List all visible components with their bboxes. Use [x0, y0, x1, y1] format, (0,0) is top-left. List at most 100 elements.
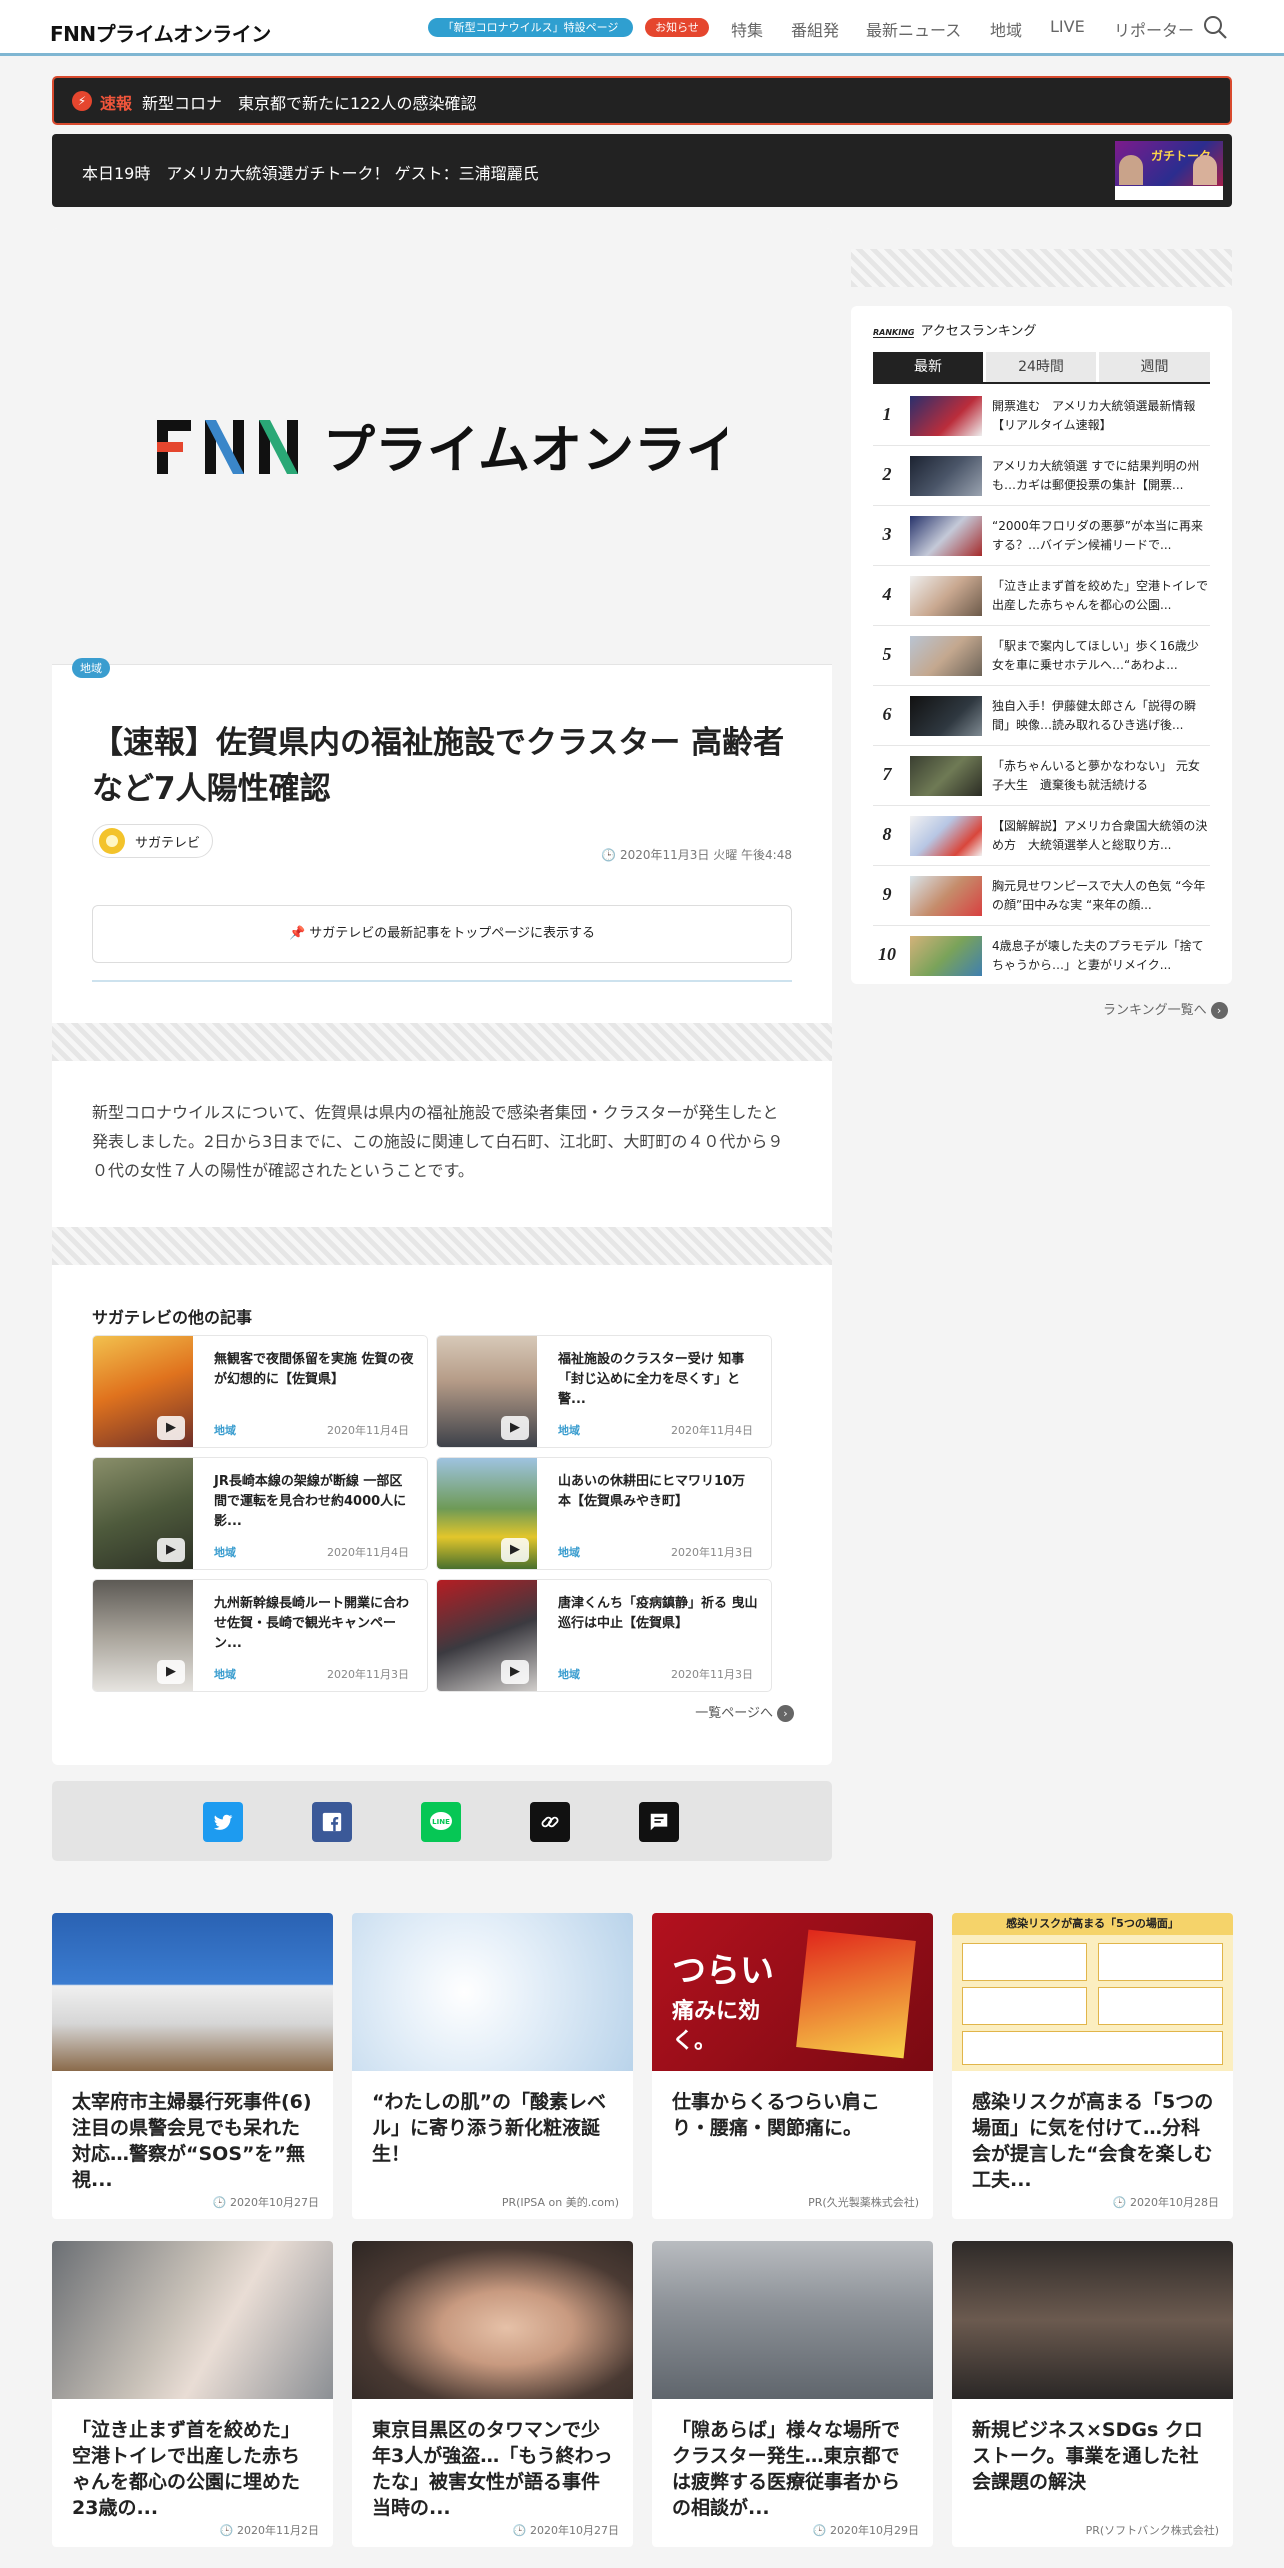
facebook-icon[interactable]: [312, 1802, 352, 1842]
nav-reporter[interactable]: リポーター: [1114, 17, 1194, 41]
ranking-item[interactable]: 6 独自入手！伊藤健太郎さん「説得の瞬間」映像…読み取れるひき逃げ後...: [873, 686, 1210, 746]
card-meta: 🕒 2020年10月27日: [512, 2524, 619, 2537]
ranking-title: 「駅まで案内してほしい」歩く16歳少女を車に乗せホテルへ…“あわよ...: [992, 639, 1199, 672]
article-date: 2020年11月4日: [671, 1424, 753, 1437]
ranking-title: アクセスランキング: [920, 324, 1037, 339]
other-article-card[interactable]: ▶ 九州新幹線長崎ルート開業に合わせ佐賀・長崎で観光キャンペーン... 地域 2…: [92, 1579, 428, 1692]
tab-24h[interactable]: 24時間: [986, 352, 1096, 382]
recommended-card[interactable]: 太宰府市主婦暴行死事件(6)注目の県警会見でも呆れた対応…警察が“SOS”を”無…: [52, 1913, 333, 2219]
ranking-thumbnail: [910, 696, 982, 736]
rank-number: 8: [882, 824, 892, 844]
ranking-item[interactable]: 7 「赤ちゃんいると夢かなわない」 元女子大生 遺棄後も就活続ける: [873, 746, 1210, 806]
ranking-item[interactable]: 2 アメリカ大統領選 すでに結果判明の州も…カギは郵便投票の集計【開票...: [873, 446, 1210, 506]
other-articles-more-link[interactable]: 一覧ページへ ›: [695, 1702, 794, 1722]
site-logo[interactable]: FNNプライムオンライン: [50, 18, 271, 47]
source-name: サガテレビ: [135, 835, 201, 851]
nav-latest-news[interactable]: 最新ニュース: [866, 17, 961, 41]
other-article-card[interactable]: ▶ 山あいの休耕田にヒマワリ10万本【佐賀県みやき町】 地域 2020年11月3…: [436, 1457, 772, 1570]
other-article-card[interactable]: ▶ 福祉施設のクラスター受け 知事「封じ込めに全力を尽くす」と警... 地域 2…: [436, 1335, 772, 1448]
rank-number: 9: [882, 884, 892, 904]
recommended-card[interactable]: つらい 痛みに効く。 仕事からくるつらい肩こり・腰痛・関節痛に。 PR(久光製薬…: [652, 1913, 933, 2219]
breaking-news-bar[interactable]: ⚡ 速報 新型コロナ 東京都で新たに122人の感染確認: [52, 76, 1232, 125]
follow-source-button[interactable]: 📌 サガテレビの最新記事をトップページに表示する: [92, 905, 792, 963]
article-body: 新型コロナウイルスについて、佐賀県は県内の福祉施設で感染者集団・クラスターが発生…: [92, 1103, 784, 1180]
nav-live[interactable]: LIVE: [1050, 17, 1085, 36]
other-article-card[interactable]: ▶ 無観客で夜間係留を実施 佐賀の夜が幻想的に【佐賀県】 地域 2020年11月…: [92, 1335, 428, 1448]
tab-latest[interactable]: 最新: [873, 352, 983, 382]
card-title: 感染リスクが高まる「5つの場面」に気を付けて…分科会が提言した“会食を楽しむ工夫…: [972, 2091, 1214, 2191]
ad-thumb-text: つらい: [672, 1951, 774, 1991]
breaking-text[interactable]: 新型コロナ 東京都で新たに122人の感染確認: [142, 90, 477, 114]
tab-underline: [873, 382, 1210, 384]
live-banner[interactable]: 本日19時 アメリカ大統領選ガチトーク！ ゲスト：三浦瑠麗氏 ガチトーク: [52, 134, 1232, 207]
ranking-item[interactable]: 3 “2000年フロリダの悪夢”が本当に再来する？…バイデン候補リードで...: [873, 506, 1210, 566]
card-title: 太宰府市主婦暴行死事件(6)注目の県警会見でも呆れた対応…警察が“SOS”を”無…: [72, 2091, 312, 2191]
product-box: [796, 1929, 916, 2059]
breaking-label: 速報: [100, 94, 133, 113]
live-banner-text[interactable]: 本日19時 アメリカ大統領選ガチトーク！ ゲスト：三浦瑠麗氏: [82, 160, 539, 184]
nav-feature[interactable]: 特集: [731, 17, 763, 41]
recommended-card[interactable]: 「隙あらば」様々な場所でクラスター発生…東京都では疲弊する医療従事者からの相談が…: [652, 2241, 933, 2547]
rank-number: 5: [882, 644, 892, 664]
other-article-title: 福祉施設のクラスター受け 知事「封じ込めに全力を尽くす」と警...: [558, 1352, 745, 1407]
nav-region[interactable]: 地域: [990, 17, 1022, 41]
region-label: 地域: [558, 1424, 580, 1437]
article-date: 2020年11月3日: [671, 1546, 753, 1559]
ranking-item[interactable]: 4 「泣き止まず首を絞めた」空港トイレで出産した赤ちゃんを都心の公園...: [873, 566, 1210, 626]
share-bar: LINE: [52, 1781, 832, 1861]
recommended-card[interactable]: 感染リスクが高まる「5つの場面」 感染リスクが高まる「5つの場面」に気を付けて……: [952, 1913, 1233, 2219]
card-thumbnail: [352, 2241, 633, 2399]
card-thumbnail: [952, 2241, 1233, 2399]
ranking-thumbnail: [910, 456, 982, 496]
recommended-card[interactable]: 「泣き止まず首を絞めた」空港トイレで出産した赤ちゃんを都心の公園に埋めた23歳の…: [52, 2241, 333, 2547]
recommended-card[interactable]: 新規ビジネス×SDGs クロストーク。事業を通した社会課題の解決 PR(ソフトバ…: [952, 2241, 1233, 2547]
publish-date: 🕒 2020年11月3日 火曜 午後4:48: [601, 846, 792, 863]
line-icon[interactable]: LINE: [421, 1802, 461, 1842]
other-article-card[interactable]: ▶ JR長崎本線の架線が断線 一部区間で運転を見合わせ約4000人に影... 地…: [92, 1457, 428, 1570]
notice-link[interactable]: お知らせ: [645, 18, 709, 37]
ranking-item[interactable]: 8 【図解解説】アメリカ合衆国大統領の決め方 大統領選挙人と総取り方...: [873, 806, 1210, 866]
live-banner-thumbnail[interactable]: ガチトーク: [1115, 141, 1223, 200]
card-thumbnail: [352, 1913, 633, 2071]
card-thumbnail: [52, 1913, 333, 2071]
ranking-title: 胸元見せワンピースで大人の色気 “今年の顔”田中みな実 “来年の顔...: [992, 879, 1206, 912]
ranking-title: 【図解解説】アメリカ合衆国大統領の決め方 大統領選挙人と総取り方...: [992, 819, 1208, 852]
ranking-title: 「赤ちゃんいると夢かなわない」 元女子大生 遺棄後も就活続ける: [992, 759, 1200, 792]
recommended-card[interactable]: “わたしの肌”の「酸素レベル」に寄り添う新化粧液誕生！ PR(IPSA on 美…: [352, 1913, 633, 2219]
other-article-title: JR長崎本線の架線が断線 一部区間で運転を見合わせ約4000人に影...: [214, 1474, 407, 1529]
ranking-item[interactable]: 10 4歳息子が壊した夫のプラモデル「捨てちゃうから…」と妻がリメイク...: [873, 926, 1210, 986]
link-icon[interactable]: [530, 1802, 570, 1842]
other-article-card[interactable]: ▶ 唐津くんち「疫病鎮静」祈る 曳山巡行は中止【佐賀県】 地域 2020年11月…: [436, 1579, 772, 1692]
region-tag[interactable]: 地域: [72, 658, 110, 678]
card-meta: 🕒 2020年10月27日: [212, 2196, 319, 2209]
ranking-more-link[interactable]: ランキング一覧へ ›: [1103, 999, 1228, 1019]
comment-icon[interactable]: [639, 1802, 679, 1842]
ranking-thumbnail: [910, 876, 982, 916]
tab-weekly[interactable]: 週間: [1099, 352, 1210, 382]
site-header: FNNプライムオンライン 「新型コロナウイルス」特設ページ お知らせ 特集 番組…: [0, 0, 1284, 56]
card-thumbnail: 感染リスクが高まる「5つの場面」: [952, 1913, 1233, 2071]
card-title: 東京目黒区のタワマンで少年3人が強盗…「もう終わったな」被害女性が語る事件当時の…: [372, 2419, 613, 2519]
ranking-item[interactable]: 1 開票進む アメリカ大統領選最新情報【リアルタイム速報】: [873, 386, 1210, 446]
card-title: “わたしの肌”の「酸素レベル」に寄り添う新化粧液誕生！: [372, 2091, 606, 2165]
nav-programs[interactable]: 番組発: [791, 17, 839, 41]
card-thumbnail: [652, 2241, 933, 2399]
twitter-icon[interactable]: [203, 1802, 243, 1842]
recommended-card[interactable]: 東京目黒区のタワマンで少年3人が強盗…「もう終わったな」被害女性が語る事件当時の…: [352, 2241, 633, 2547]
search-icon[interactable]: [1202, 14, 1228, 40]
rank-number: 7: [882, 764, 892, 784]
ranking-item[interactable]: 9 胸元見せワンピースで大人の色気 “今年の顔”田中みな実 “来年の顔...: [873, 866, 1210, 926]
corona-special-link[interactable]: 「新型コロナウイルス」特設ページ: [428, 18, 633, 37]
source-badge[interactable]: サガテレビ: [92, 824, 214, 858]
ranking-header: RANKING アクセスランキング: [873, 320, 1036, 339]
other-article-title: 九州新幹線長崎ルート開業に合わせ佐賀・長崎で観光キャンペーン...: [214, 1596, 410, 1651]
article-date: 2020年11月3日: [327, 1668, 409, 1681]
ranking-thumbnail: [910, 636, 982, 676]
card-meta: PR(IPSA on 美的.com): [501, 2196, 619, 2209]
ranking-item[interactable]: 5 「駅まで案内してほしい」歩く16歳少女を車に乗せホテルへ…“あわよ...: [873, 626, 1210, 686]
card-meta: 🕒 2020年10月29日: [812, 2524, 919, 2537]
ranking-title: 4歳息子が壊した夫のプラモデル「捨てちゃうから…」と妻がリメイク...: [992, 939, 1204, 972]
lightning-icon: ⚡: [72, 91, 92, 111]
rank-number: 10: [878, 944, 896, 964]
region-label: 地域: [214, 1546, 236, 1559]
